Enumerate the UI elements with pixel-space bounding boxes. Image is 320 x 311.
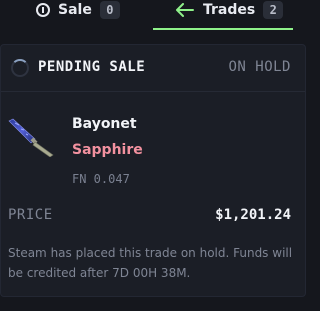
trade-card: PENDING SALE ON HOLD Bayonet Sapphire FN… <box>0 44 306 297</box>
price-value: $1,201.24 <box>215 207 291 223</box>
tab-sale-label: Sale <box>58 2 92 18</box>
trade-card-header: PENDING SALE ON HOLD <box>1 45 305 92</box>
tab-trades[interactable]: Trades 2 <box>175 0 284 31</box>
status-badge: ON HOLD <box>228 59 291 75</box>
item-skin: Sapphire <box>72 142 143 158</box>
item-wear: FN 0.047 <box>72 172 130 186</box>
knife-icon <box>7 117 57 158</box>
tab-trades-label: Trades <box>203 2 256 18</box>
spinner-icon <box>11 59 29 77</box>
active-tab-indicator <box>153 28 293 30</box>
tab-bar: Sale 0 Trades 2 <box>0 0 314 32</box>
item-name: Bayonet <box>72 116 137 132</box>
tab-trades-count: 2 <box>263 1 284 19</box>
trade-hold-note: Steam has placed this trade on hold. Fun… <box>8 246 293 280</box>
tab-sale-count: 0 <box>99 1 120 19</box>
price-label: PRICE <box>8 207 53 223</box>
tab-sale[interactable]: Sale 0 <box>36 0 120 31</box>
pending-sale-label: PENDING SALE <box>38 59 146 75</box>
arrow-left-icon <box>175 3 195 17</box>
info-icon <box>36 3 50 17</box>
